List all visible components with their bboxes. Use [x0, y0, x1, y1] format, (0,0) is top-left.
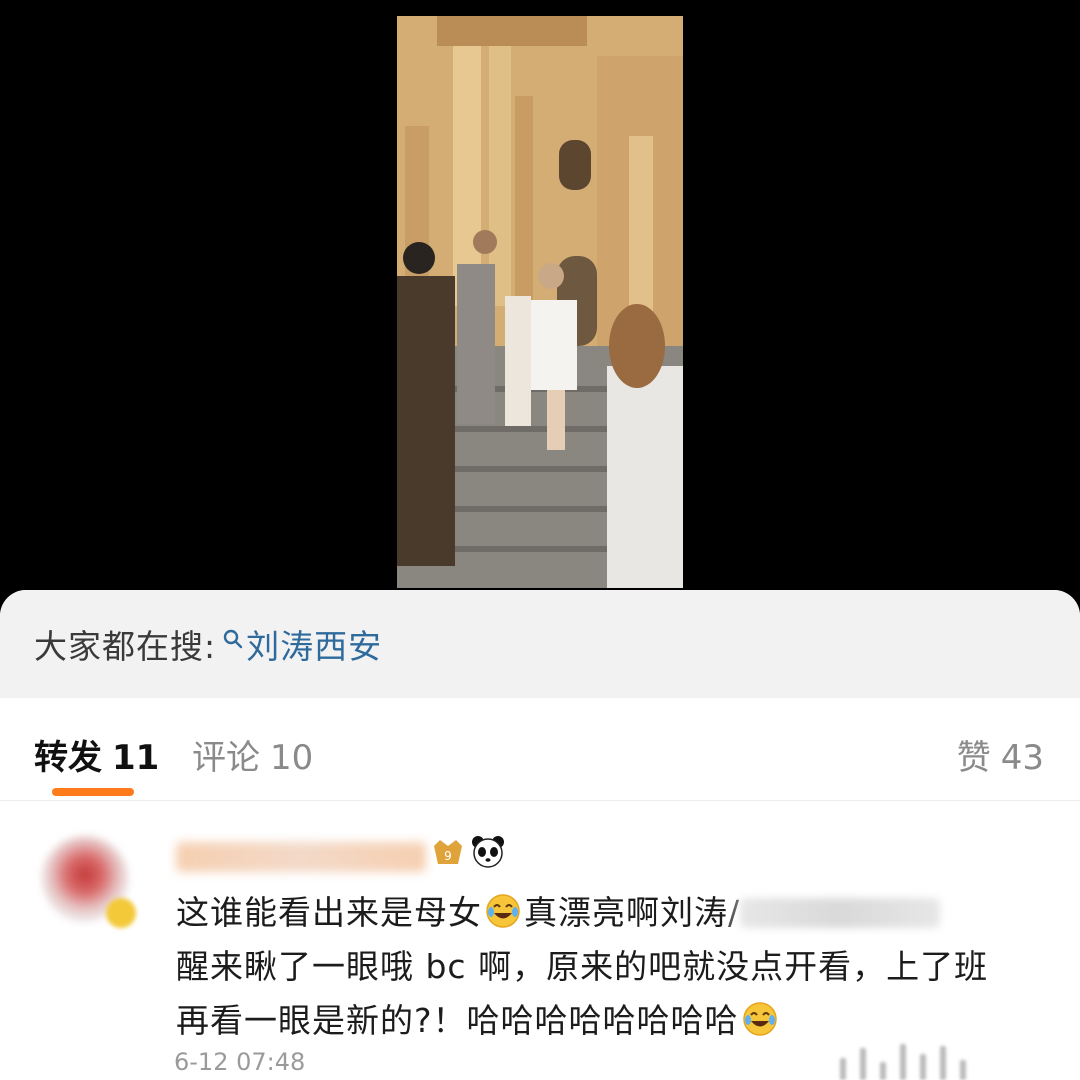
comment-body: 这谁能看出来是母女 真漂亮啊刘涛/ 醒来瞅了一眼哦 bc 啊，原来的吧就没点开看…	[176, 886, 1036, 1048]
action-bar	[900, 1044, 906, 1080]
tab-like[interactable]: 赞 43	[957, 730, 1044, 779]
laugh-cry-emoji-icon	[742, 1002, 777, 1036]
tab-comment-label: 评论	[192, 738, 260, 778]
tab-like-label: 赞	[956, 738, 991, 778]
action-bar	[960, 1060, 966, 1080]
blurred-mention[interactable]	[740, 898, 941, 928]
action-bar	[840, 1058, 846, 1080]
tab-bar: 转发 11 评论 10 赞 43	[0, 708, 1080, 801]
tab-comment-count: 10	[270, 738, 314, 778]
username[interactable]	[176, 842, 426, 872]
comment-text-line3: 再看一眼是新的?！哈哈哈哈哈哈哈哈	[176, 1001, 739, 1040]
active-tab-indicator	[52, 788, 134, 796]
video-thumbnail[interactable]	[397, 16, 683, 588]
panda-icon	[472, 836, 504, 868]
trending-search-link[interactable]: 刘涛西安	[222, 620, 382, 668]
video-area[interactable]	[0, 0, 1080, 590]
tab-comment[interactable]: 评论 10	[192, 730, 313, 779]
tab-like-count: 43	[1000, 738, 1044, 778]
tab-repost-label: 转发	[34, 738, 102, 778]
action-bar	[860, 1048, 866, 1080]
comment-actions[interactable]	[840, 1030, 1040, 1080]
bottom-sheet: 大家都在搜: 刘涛西安 转发 11 评论 10 赞 43 9 这谁能看出来是母女…	[0, 590, 1080, 1080]
svg-text:9: 9	[444, 849, 452, 863]
search-icon	[223, 629, 243, 649]
action-bar	[880, 1062, 886, 1080]
laugh-cry-emoji-icon	[486, 894, 520, 928]
comment-item: 9 这谁能看出来是母女 真漂亮啊刘涛/ 醒来瞅了一眼哦 bc 啊，原来的吧就没点…	[0, 802, 1080, 1080]
repost-slash: /	[728, 893, 741, 932]
trending-bar: 大家都在搜: 刘涛西安	[0, 590, 1080, 698]
action-bar	[920, 1054, 926, 1080]
video-scene	[397, 16, 683, 588]
verified-badge-icon	[106, 898, 136, 928]
comment-text-part2: 真漂亮啊刘涛	[524, 893, 728, 932]
comment-timestamp: 6-12 07:48	[174, 1048, 306, 1076]
comment-text-part1: 这谁能看出来是母女	[176, 893, 482, 932]
tab-repost-count: 11	[112, 738, 160, 778]
vip-badge-icon: 9	[434, 840, 462, 864]
trending-label: 大家都在搜:	[34, 627, 217, 666]
comment-text-line2: 醒来瞅了一眼哦 bc 啊，原来的吧就没点开看，上了班	[176, 947, 989, 986]
tab-repost[interactable]: 转发 11	[34, 730, 159, 779]
trending-term: 刘涛西安	[246, 627, 383, 666]
action-bar	[940, 1046, 946, 1080]
